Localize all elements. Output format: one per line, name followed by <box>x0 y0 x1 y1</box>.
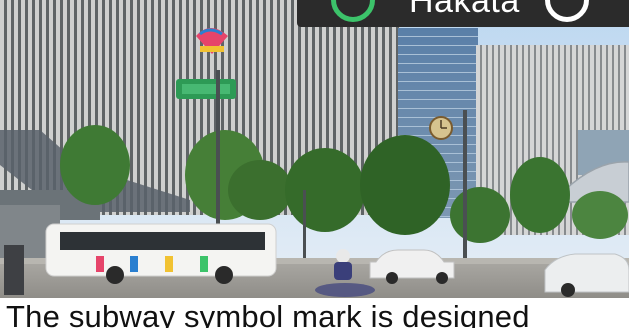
facade-stripe <box>172 0 175 215</box>
caption-text: The subway symbol mark is designed <box>6 299 530 328</box>
station-name: Hakata <box>409 0 520 20</box>
station-name-banner: Hakata <box>297 0 629 27</box>
glass-line <box>398 54 478 55</box>
silver-car <box>544 253 629 297</box>
left-signpost <box>4 245 24 295</box>
clock-icon <box>429 116 453 140</box>
facade-stripe <box>144 0 147 215</box>
city-bus <box>45 223 277 284</box>
glass-line <box>398 90 478 91</box>
facade-stripe <box>4 0 7 215</box>
scene: Hakata The subway symbol mark is designe… <box>0 0 629 328</box>
facade-stripe <box>18 0 21 215</box>
facade-stripe <box>137 0 140 215</box>
facade-stripe <box>570 45 572 235</box>
facade-stripe <box>179 0 182 215</box>
glass-line <box>398 45 478 46</box>
station-photo <box>0 0 629 298</box>
glass-line <box>398 108 478 109</box>
green-building-sign <box>176 79 236 99</box>
facade-stripe <box>158 0 161 215</box>
glass-line <box>398 81 478 82</box>
facade-stripe <box>151 0 154 215</box>
glass-line <box>398 36 478 37</box>
green-circle-icon <box>331 0 375 22</box>
glass-line <box>398 63 478 64</box>
white-circle-icon <box>545 0 589 22</box>
facade-stripe <box>165 0 168 215</box>
facade-stripe <box>11 0 14 215</box>
glass-line <box>398 72 478 73</box>
glass-line <box>398 99 478 100</box>
